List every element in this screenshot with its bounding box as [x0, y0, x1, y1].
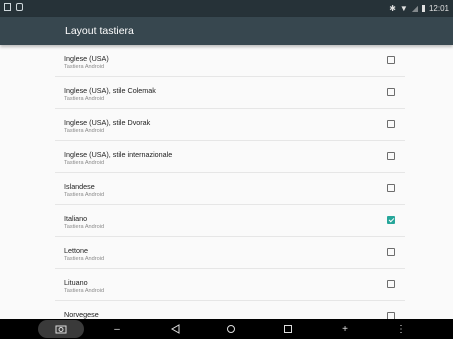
checkbox[interactable] — [387, 248, 395, 256]
minus-icon[interactable]: – — [107, 321, 127, 337]
layout-title: Lituano — [64, 278, 88, 287]
checkbox[interactable] — [387, 120, 395, 128]
layout-title: Italiano — [64, 214, 88, 223]
layout-subtitle: Tastiera Android — [64, 256, 105, 262]
notification-icon — [4, 3, 11, 11]
layout-title: Inglese (USA) — [64, 54, 109, 63]
list-item[interactable]: Italiano Tastiera Android — [55, 205, 405, 237]
layout-title: Inglese (USA), stile internazionale — [64, 150, 173, 159]
home-icon[interactable] — [221, 321, 241, 337]
layout-subtitle: Tastiera Android — [64, 192, 105, 198]
layout-title: Islandese — [64, 182, 95, 191]
layout-subtitle: Tastiera Android — [64, 96, 105, 102]
more-vert-icon[interactable]: ⋮ — [391, 321, 411, 337]
list-item[interactable]: Lituano Tastiera Android — [55, 269, 405, 301]
status-bar: ✱ ▼ ◢ 12:01 — [0, 0, 453, 17]
checkbox[interactable] — [387, 184, 395, 192]
signal-icon: ◢ — [411, 4, 418, 13]
keyboard-layout-list[interactable]: Inglese (USA) Tastiera Android Inglese (US… — [55, 45, 405, 319]
list-item[interactable]: Inglese (USA), stile Colemak Tastiera And… — [55, 77, 405, 109]
wifi-icon: ▼ — [399, 4, 408, 13]
layout-subtitle: Tastiera Android — [64, 128, 105, 134]
list-item[interactable]: Islandese Tastiera Android — [55, 173, 405, 205]
layout-title: Inglese (USA), stile Dvorak — [64, 118, 151, 127]
bluetooth-icon: ✱ — [389, 4, 396, 13]
recents-icon[interactable] — [278, 321, 298, 337]
back-icon[interactable] — [165, 321, 185, 337]
layout-subtitle: Tastiera Android — [64, 288, 105, 294]
checkbox[interactable] — [387, 88, 395, 96]
layout-subtitle: Tastiera Android — [64, 64, 105, 70]
navigation-bar: – + ⋮ — [0, 319, 453, 339]
list-item[interactable]: NorvegeseTastiera Android — [55, 301, 405, 319]
camera-icon[interactable] — [51, 321, 71, 337]
list-item[interactable]: Inglese (USA), stile Dvorak Tastiera Andr… — [55, 109, 405, 141]
clock: 12:01 — [428, 4, 449, 13]
page-title: Layout tastiera — [65, 25, 134, 37]
plus-icon[interactable]: + — [335, 321, 355, 337]
layout-subtitle: Tastiera Android — [64, 160, 105, 166]
layout-title: Inglese (USA), stile Colemak — [64, 86, 156, 95]
checkbox[interactable] — [387, 216, 395, 224]
battery-icon — [421, 5, 425, 12]
lock-icon — [16, 3, 23, 11]
checkbox[interactable] — [387, 152, 395, 160]
layout-subtitle: Tastiera Android — [64, 224, 105, 230]
checkbox[interactable] — [387, 312, 395, 319]
list-item[interactable]: Lettone Tastiera Android — [55, 237, 405, 269]
layout-title: Lettone — [64, 246, 88, 255]
layout-title: Norvegese — [64, 310, 99, 319]
list-item[interactable]: Inglese (USA), stile internazionale Tasti… — [55, 141, 405, 173]
app-bar: Layout tastiera — [0, 17, 453, 45]
checkbox[interactable] — [387, 56, 395, 64]
checkbox[interactable] — [387, 280, 395, 288]
list-item[interactable]: Inglese (USA) Tastiera Android — [55, 45, 405, 77]
